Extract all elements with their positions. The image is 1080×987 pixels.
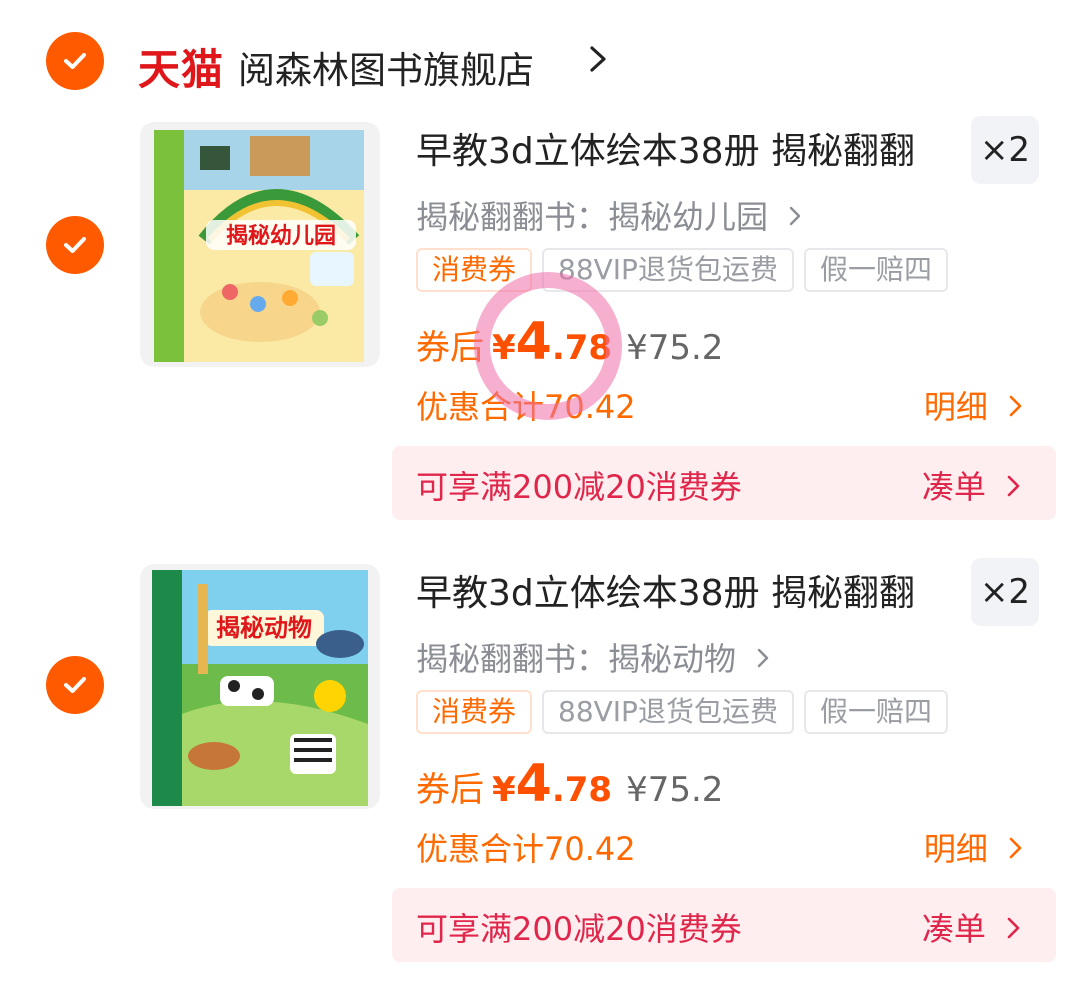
book-cover-image: 揭秘幼儿园 [140,122,380,367]
checkmark-icon [64,677,86,693]
checkmark-icon [64,237,86,253]
tag-88vip: 88VIP退货包运费 [542,690,794,734]
price-after-coupon-label: 券后 [416,770,484,810]
add-on-label: 凑单 [921,910,986,948]
product-title[interactable]: 早教3d立体绘本38册 揭秘翻翻 [416,564,915,616]
price-after-coupon-label: 券后 [416,328,484,368]
sku-selector[interactable]: 揭秘翻翻书：揭秘幼儿园 [416,192,802,238]
sku-label: 揭秘翻翻书：揭秘动物 [416,640,737,678]
chevron-right-icon [789,206,801,226]
currency-symbol: ¥ [492,328,516,368]
tag-list: 消费券 88VIP退货包运费 假一赔四 [416,248,948,292]
product-thumbnail[interactable]: 揭秘动物 [140,564,380,809]
product-thumbnail[interactable]: 揭秘幼儿园 [140,122,380,367]
add-on-label: 凑单 [921,468,986,506]
add-on-button[interactable]: 凑单 [922,904,1022,950]
promo-banner[interactable]: 可享满200减20消费券 凑单 [392,888,1056,962]
sku-selector[interactable]: 揭秘翻翻书：揭秘动物 [416,634,770,680]
quantity-badge[interactable]: ×2 [971,116,1039,184]
chevron-right-icon [1009,837,1022,859]
add-on-button[interactable]: 凑单 [922,462,1022,508]
chevron-right-icon [757,648,769,668]
promo-text: 可享满200减20消费券 [416,468,742,506]
chevron-right-icon[interactable] [586,44,610,74]
price-decimal: .78 [551,328,613,368]
store-name[interactable]: 阅森林图书旗舰店 [238,40,534,94]
discount-total: 优惠合计70.42 [416,388,636,426]
cover-title: 揭秘幼儿园 [226,223,336,249]
price-integer: 4 [515,754,552,814]
original-price: ¥75.2 [626,770,724,810]
checkmark-icon [64,53,86,69]
store-header: 天猫 阅森林图书旗舰店 [0,28,1080,98]
tag-list: 消费券 88VIP退货包运费 假一赔四 [416,690,948,734]
promo-banner[interactable]: 可享满200减20消费券 凑单 [392,446,1056,520]
price-decimal: .78 [551,770,613,810]
item-select-checkbox[interactable] [46,216,104,274]
chevron-right-icon [1007,475,1020,497]
detail-label: 明细 [923,388,988,426]
detail-label: 明细 [923,830,988,868]
book-cover-image: 揭秘动物 [140,564,380,809]
quantity-badge[interactable]: ×2 [971,558,1039,626]
detail-button[interactable]: 明细 [924,382,1024,428]
price-integer: 4 [515,312,552,372]
tag-guarantee: 假一赔四 [803,690,948,734]
tmall-logo: 天猫 [138,45,225,94]
original-price: ¥75.2 [626,328,724,368]
cart-item: 揭秘幼儿园 早教3d立体绘本38册 揭秘翻翻 ×2 揭秘翻翻书：揭秘幼儿园 消费… [0,116,1080,536]
item-select-checkbox[interactable] [46,656,104,714]
tag-guarantee: 假一赔四 [803,248,948,292]
cover-title: 揭秘动物 [216,614,312,642]
currency-symbol: ¥ [492,770,516,810]
store-select-checkbox[interactable] [46,32,104,90]
discount-total: 优惠合计70.42 [416,830,636,868]
chevron-right-icon [1009,395,1022,417]
price-row: 券后 ¥4.78 ¥75.2 [416,754,723,814]
product-title[interactable]: 早教3d立体绘本38册 揭秘翻翻 [416,122,915,174]
tag-88vip: 88VIP退货包运费 [542,248,794,292]
price-row: 券后 ¥4.78 ¥75.2 [416,312,723,372]
tag-coupon: 消费券 [416,248,533,292]
detail-button[interactable]: 明细 [924,824,1024,870]
chevron-right-icon [1007,917,1020,939]
promo-text: 可享满200减20消费券 [416,910,742,948]
cart-item: 揭秘动物 早教3d立体绘本38册 揭秘翻翻 ×2 揭秘翻翻书：揭秘动物 消费券 … [0,558,1080,978]
sku-label: 揭秘翻翻书：揭秘幼儿园 [416,198,769,236]
tag-coupon: 消费券 [416,690,533,734]
